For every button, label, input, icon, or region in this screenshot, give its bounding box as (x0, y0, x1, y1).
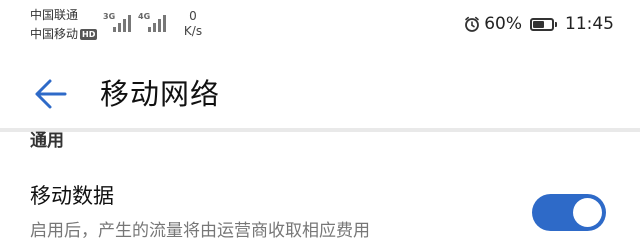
list-item-mobile-data[interactable]: 移动数据 启用后，产生的流量将由运营商收取相应费用 (0, 175, 640, 245)
clock: 11:45 (565, 14, 614, 34)
signal-4g-label: 4G (138, 12, 151, 21)
battery-percent: 60% (484, 14, 522, 34)
signal-3g-label: 3G (103, 12, 116, 21)
signal-4g-icon: 4G (138, 12, 170, 32)
mobile-data-toggle[interactable] (532, 194, 606, 231)
status-right: 60% 11:45 (464, 12, 614, 36)
network-speed: 0 K/s (178, 9, 208, 39)
network-speed-value: 0 (189, 9, 197, 23)
back-button[interactable] (30, 77, 68, 111)
carrier-primary-label: 中国联通 (30, 8, 79, 22)
carrier-secondary: 中国移动 HD (30, 27, 98, 41)
carrier-primary: 中国联通 (30, 8, 78, 22)
battery-icon (530, 17, 557, 31)
mobile-data-title: 移动数据 (30, 184, 114, 208)
hd-badge: HD (80, 29, 98, 40)
network-speed-unit: K/s (183, 24, 203, 38)
divider (0, 128, 640, 132)
status-bar: 中国联通 中国移动 HD 3G 4G 0 K/s 60% 11:45 (0, 0, 640, 48)
toggle-knob (573, 198, 602, 227)
app-bar: 移动网络 (0, 60, 640, 128)
alarm-clock-icon (464, 16, 480, 32)
back-arrow-icon (35, 79, 67, 109)
carrier-secondary-label: 中国移动 (30, 27, 79, 41)
mobile-data-description: 启用后，产生的流量将由运营商收取相应费用 (30, 221, 370, 241)
section-header-general: 通用 (30, 131, 64, 151)
page-title: 移动网络 (100, 77, 221, 111)
signal-3g-icon: 3G (103, 12, 135, 32)
